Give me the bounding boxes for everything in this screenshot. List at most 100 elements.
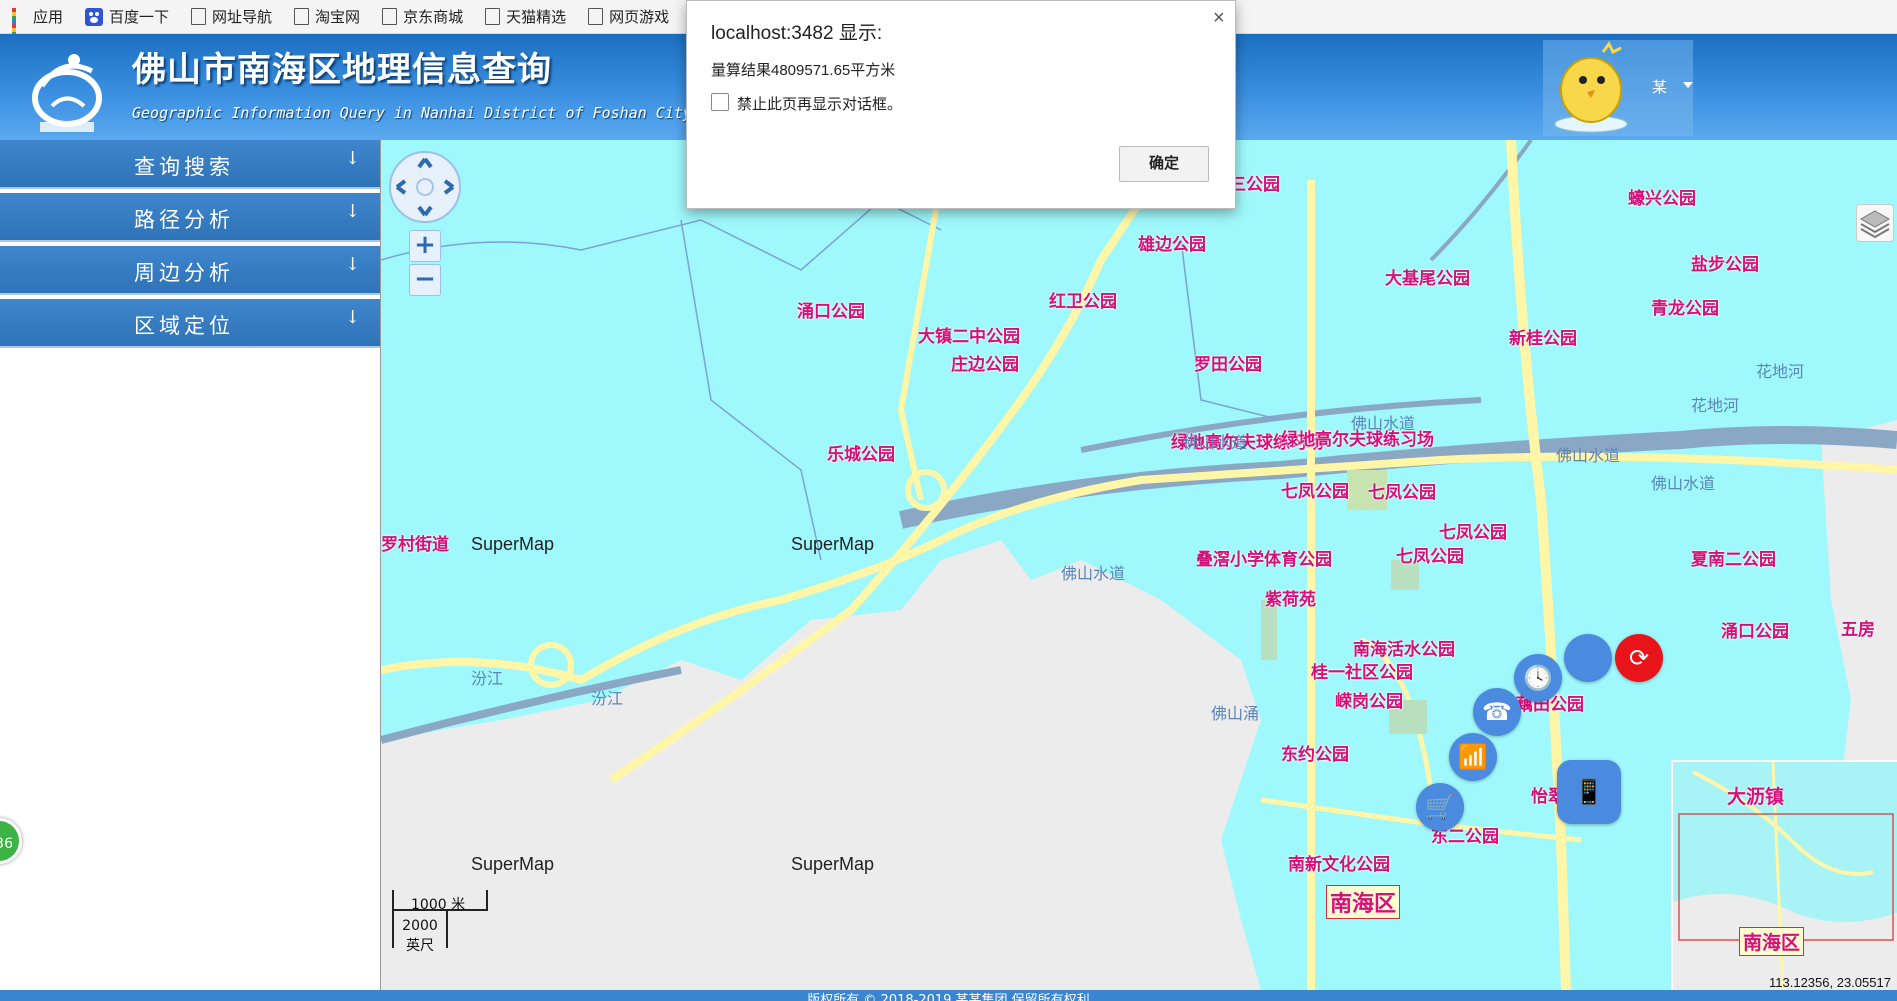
scale-metric-label: 1000 米 [411,897,466,913]
place-label: 红卫公园 [1049,292,1117,312]
refresh-button[interactable]: ⟳ [1615,634,1663,682]
sidebar-item-surrounding-analysis[interactable]: 周边分析 ↓ [0,246,380,295]
mobile-icon: 📱 [1574,778,1604,806]
bookmark-5[interactable]: 网页游戏 [588,6,669,27]
document-icon [485,8,501,25]
map-watermark: SuperMap [471,854,555,874]
signal-button[interactable]: 📶 [1449,733,1497,781]
map-watermark: SuperMap [471,534,555,554]
chevron-down-icon[interactable] [1683,82,1693,88]
apps-grid-icon [12,8,27,44]
minimap-place-label: 大沥镇 [1727,786,1785,808]
water-label: 佛山水道 [1061,564,1126,583]
phone-icon: ☎ [1482,698,1512,726]
app-subtitle: Geographic Information Query in Nanhai D… [132,104,692,122]
water-label: 花地河 [1691,396,1740,415]
overview-minimap[interactable]: 大沥镇 南海区 [1671,760,1897,990]
water-label: 佛山涌 [1211,704,1260,723]
document-icon [588,8,604,25]
scale-imperial-label: 2000 英尺 [402,918,438,954]
mobile-button[interactable]: 📱 [1557,760,1621,824]
place-label: 桂一社区公园 [1311,663,1413,683]
coordinate-readout: 113.12356, 23.05517 [1769,975,1891,990]
water-label: 花地河 [1756,362,1805,381]
document-icon [191,8,207,25]
cart-icon: 🛒 [1425,793,1455,821]
suppress-dialog-label[interactable]: 禁止此页再显示对话框。 [737,93,902,114]
place-label: 七凤公园 [1439,523,1507,543]
sidebar-item-search[interactable]: 查询搜索 ↓ [0,140,380,189]
pan-control[interactable] [389,151,461,223]
signal-bars-icon: 📶 [1458,743,1488,771]
pan-arrows-icon [395,157,455,217]
place-label: 叠滘小学体育公园 [1196,550,1332,570]
place-label: 五房 [1841,620,1875,640]
suppress-dialog-checkbox[interactable] [711,93,729,111]
avatar [1554,41,1628,133]
place-label: 南海活水公园 [1353,640,1455,660]
zoom-out-button[interactable]: − [409,264,441,296]
place-label: 涌口公园 [1721,622,1789,642]
clock-button[interactable]: 🕓 [1514,654,1562,702]
ok-button[interactable]: 确定 [1119,146,1209,182]
map-watermark: SuperMap [791,854,875,874]
bookmark-3[interactable]: 京东商城 [382,6,463,27]
place-label: 蠔兴公园 [1628,189,1696,209]
sidebar: 查询搜索 ↓ 路径分析 ↓ 周边分析 ↓ 区域定位 ↓ [0,140,381,990]
close-icon[interactable]: × [1213,7,1225,30]
logo-icon [32,54,102,132]
arrow-down-icon: ↓ [345,307,361,328]
bookmark-4[interactable]: 天猫精选 [485,6,566,27]
place-label: 东约公园 [1281,745,1349,765]
app-title: 佛山市南海区地理信息查询 [132,50,552,90]
place-label: 七凤公园 [1396,547,1464,567]
place-label: 七凤公园 [1281,482,1349,502]
baidu-paw-icon [85,7,104,26]
place-label: 罗村街道 [381,535,449,555]
water-label: 佛山水道 [1351,414,1416,433]
place-label: 嵘岗公园 [1335,692,1403,712]
document-icon [382,8,398,25]
dialog-title: localhost:3482 显示: [711,23,883,44]
footer: 版权所有 © 2018-2019 某某集团 保留所有权利 [0,990,1897,1001]
map-view[interactable]: + − SuperMap SuperMap SuperMap SuperMap … [381,140,1897,990]
sidebar-item-route-analysis[interactable]: 路径分析 ↓ [0,193,380,242]
phone-button[interactable]: ☎ [1473,688,1521,736]
minimap-district-label: 南海区 [1739,927,1805,956]
water-label: 佛山水道 [1183,433,1248,452]
bookmark-2[interactable]: 淘宝网 [294,6,360,27]
sidebar-item-area-locate[interactable]: 区域定位 ↓ [0,299,380,348]
water-label: 佛山水道 [1651,474,1716,493]
place-label: 乐城公园 [827,445,895,465]
layers-icon [1859,210,1891,239]
place-label: 庄边公园 [951,355,1019,375]
dialog-message: 量算结果4809571.65平方米 [711,62,896,79]
place-label: 紫荷苑 [1265,590,1316,610]
bookmark-apps[interactable]: 应用 [12,6,63,44]
arrow-down-icon: ↓ [345,254,361,275]
district-label: 南海区 [1326,885,1401,919]
place-label: 涌口公园 [797,302,865,322]
place-label: 新桂公园 [1509,329,1577,349]
user-area [1543,40,1693,136]
apple-button[interactable] [1564,634,1612,682]
place-label: 大镇二中公园 [918,327,1020,347]
refresh-icon: ⟳ [1628,644,1650,672]
water-label: 汾江 [471,669,504,688]
place-label: 盐步公园 [1691,255,1759,275]
place-label: 三公园 [1229,175,1280,195]
arrow-down-icon: ↓ [345,148,361,169]
cart-button[interactable]: 🛒 [1416,783,1464,831]
place-label: 南新文化公园 [1288,855,1390,875]
bookmark-baidu[interactable]: 百度一下 [85,6,169,27]
zoom-in-button[interactable]: + [409,230,441,262]
layers-button[interactable] [1856,204,1894,242]
place-label: 夏南二公园 [1691,550,1776,570]
water-label: 佛山水道 [1556,446,1621,465]
place-label: 雄边公园 [1138,235,1206,255]
document-icon [294,8,310,25]
bookmark-1[interactable]: 网址导航 [191,6,272,27]
place-label: 罗田公园 [1194,355,1262,375]
user-name[interactable]: 某 [1652,76,1667,97]
place-label: 大基尾公园 [1385,269,1470,289]
